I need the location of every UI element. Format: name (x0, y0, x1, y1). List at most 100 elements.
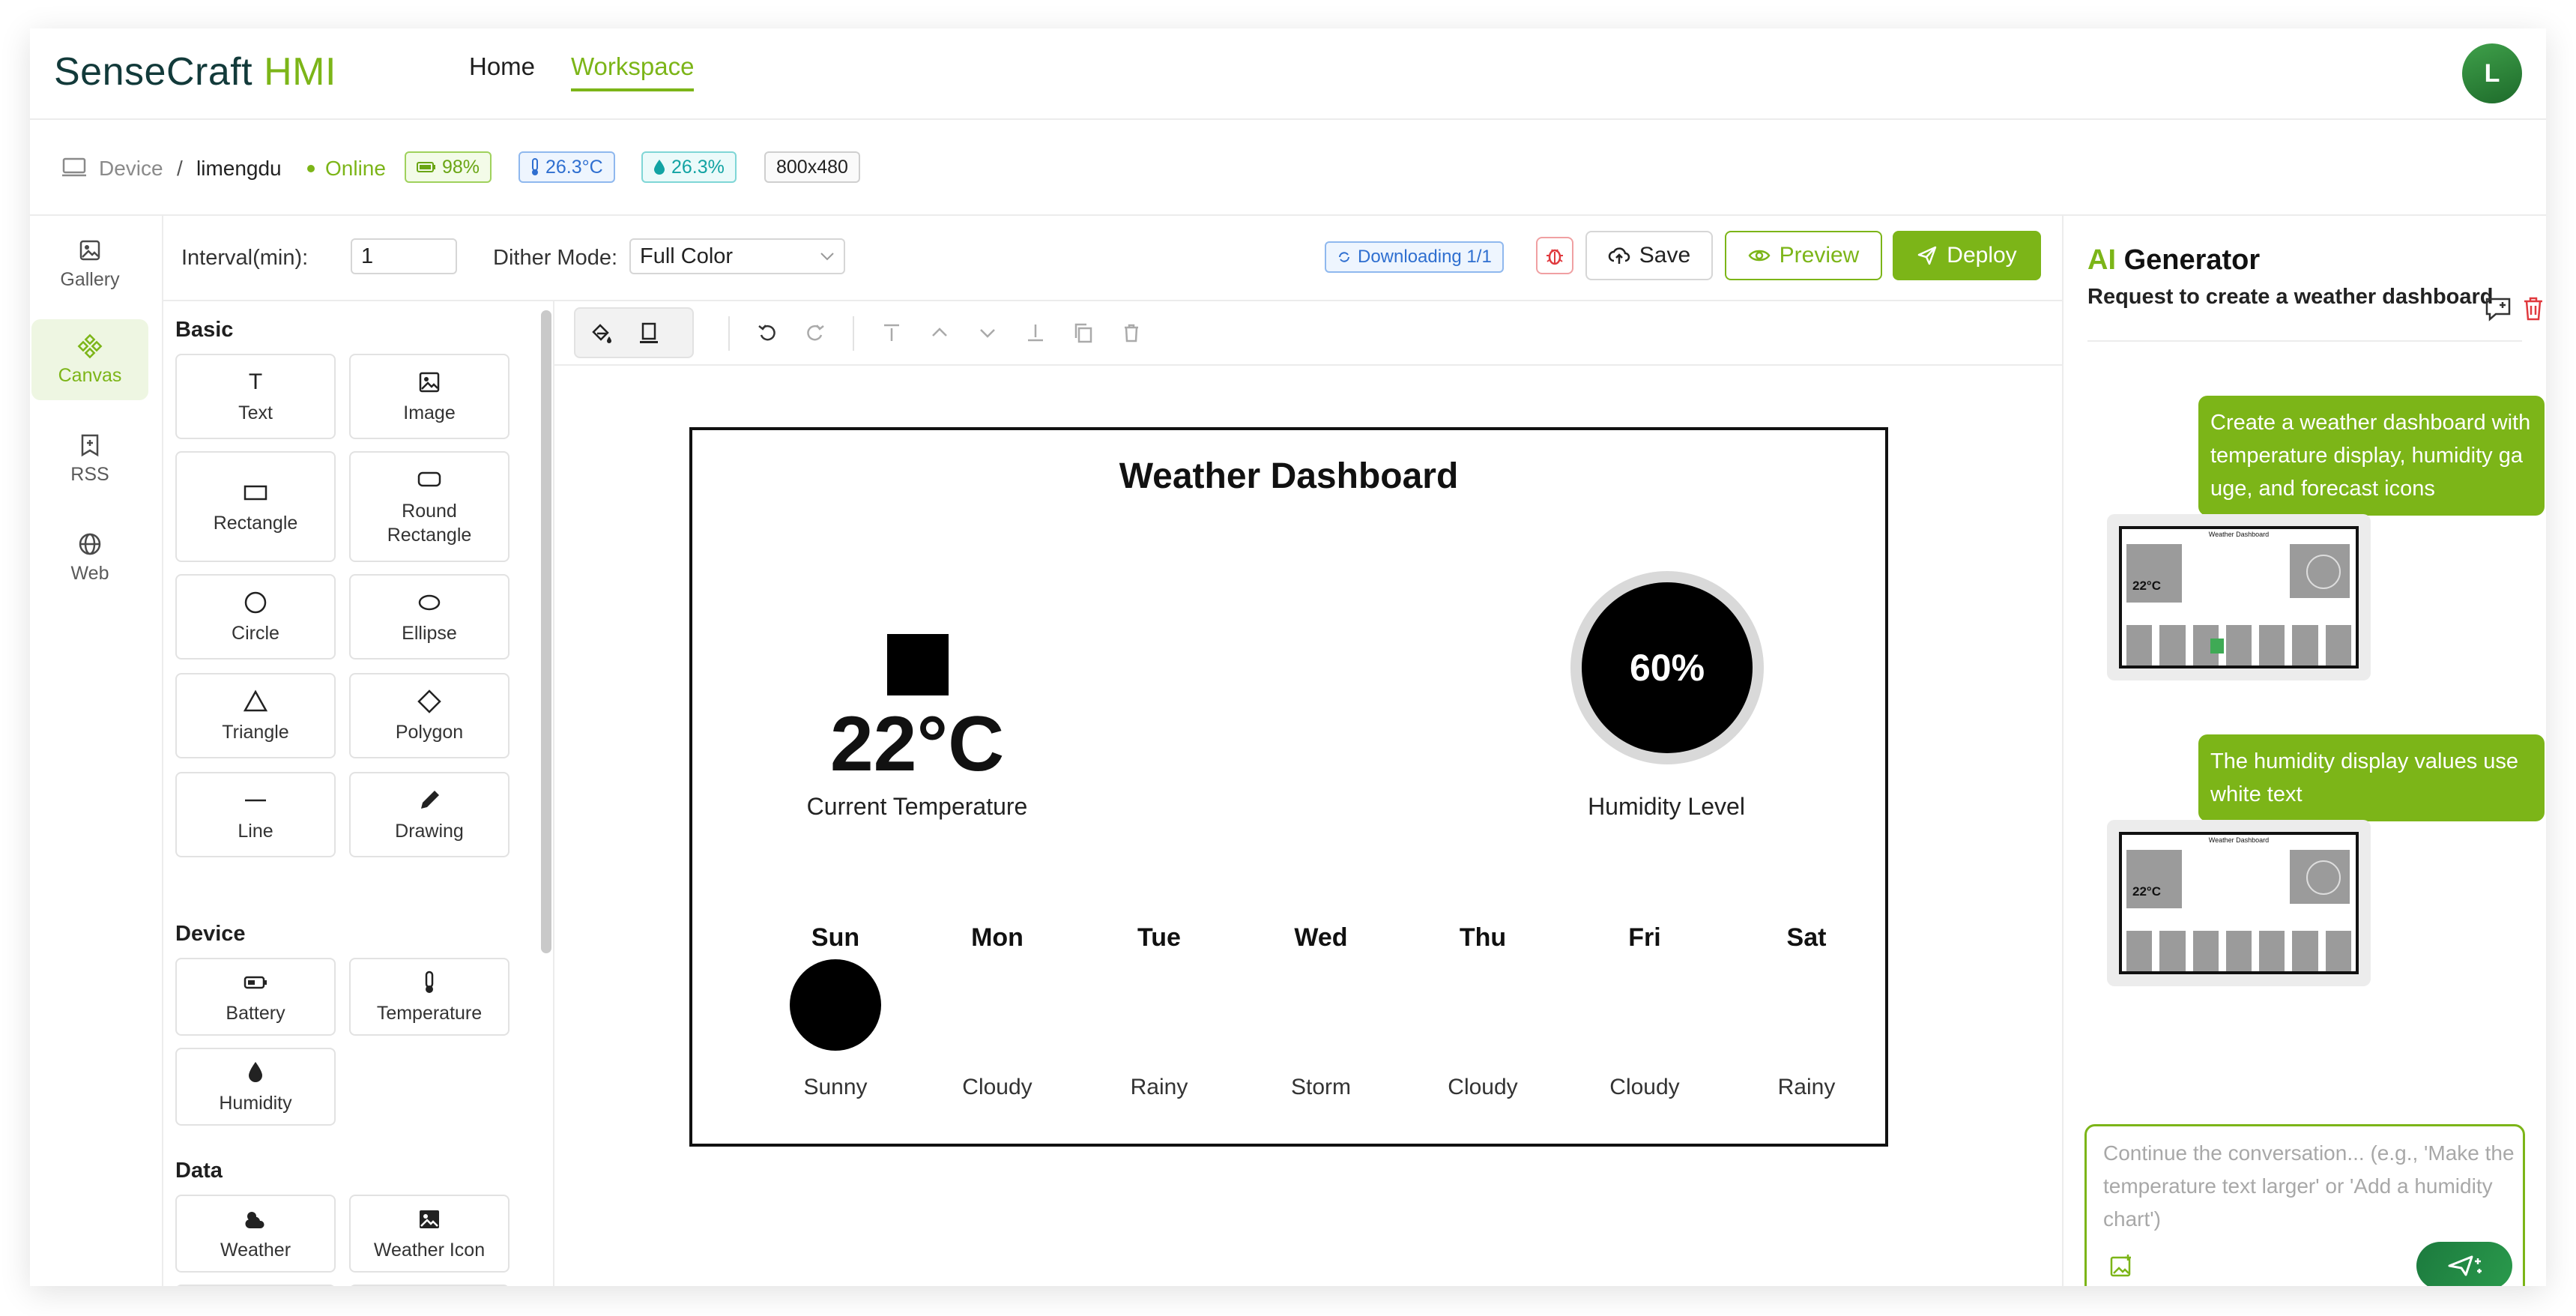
thumbnail-screen: Weather Dashboard 22°C (2119, 832, 2359, 974)
breadcrumb-device[interactable]: Device (99, 157, 163, 181)
forecast-condition[interactable]: Sunny (761, 1075, 910, 1100)
delete-button[interactable] (1115, 316, 1148, 349)
forecast-day[interactable]: Fri (1570, 923, 1720, 953)
battery-value: 98% (442, 156, 480, 178)
move-down-button[interactable] (971, 316, 1004, 349)
component-circle[interactable]: Circle (175, 574, 336, 659)
triangle-icon (243, 689, 268, 711)
humidity-gauge[interactable]: 60% (1570, 571, 1764, 764)
temperature-caption[interactable]: Current Temperature (767, 793, 1067, 821)
device-status-bar: Device / limengdu Online 98% 26.3°C 26.3… (30, 120, 2546, 216)
eye-icon (1748, 250, 1771, 262)
thumbnail-screen: Weather Dashboard 22°C (2119, 526, 2359, 668)
add-image-icon[interactable] (2109, 1254, 2133, 1278)
divider (2087, 340, 2522, 342)
section-data: Data (175, 1159, 223, 1183)
thumbnail-temp: 22°C (2132, 884, 2161, 899)
dashboard-title[interactable]: Weather Dashboard (692, 456, 1885, 497)
forecast-condition[interactable]: Rainy (1084, 1075, 1234, 1100)
component-round-rectangle[interactable]: Round Rectangle (349, 451, 510, 562)
component-panel: Basic T Text Image Rectangle Round Recta… (163, 301, 554, 1286)
generated-preview-thumbnail[interactable]: Weather Dashboard 22°C (2107, 820, 2371, 986)
forecast-day[interactable]: Sat (1732, 923, 1881, 953)
forecast-condition[interactable]: Storm (1246, 1075, 1396, 1100)
rail-item-rss[interactable]: RSS (31, 418, 148, 499)
component-label: Drawing (395, 820, 464, 842)
component-ellipse[interactable]: Ellipse (349, 574, 510, 659)
avatar[interactable]: L (2462, 43, 2522, 103)
rail-item-gallery[interactable]: Gallery (31, 223, 148, 304)
component-text[interactable]: T Text (175, 354, 336, 439)
thumbnail-forecast-cell (2126, 625, 2153, 665)
border-tool[interactable] (632, 316, 665, 349)
chat-message-user: Create a weather dashboard with temperat… (2198, 396, 2545, 516)
forecast-condition[interactable]: Rainy (1732, 1075, 1881, 1100)
fill-tool[interactable] (584, 316, 617, 349)
component-rectangle[interactable]: Rectangle (175, 451, 336, 562)
forecast-day[interactable]: Tue (1084, 923, 1234, 953)
sun-icon[interactable] (790, 959, 881, 1051)
forecast-condition[interactable]: Cloudy (922, 1075, 1072, 1100)
deploy-button[interactable]: Deploy (1893, 231, 2041, 280)
thumbnail-forecast-cell (2126, 931, 2153, 971)
humidity-badge: 26.3% (641, 151, 737, 183)
humidity-caption[interactable]: Humidity Level (1517, 793, 1816, 821)
temperature-value[interactable]: 22°C (805, 700, 1030, 789)
undo-button[interactable] (751, 316, 784, 349)
battery-icon (244, 976, 267, 988)
thumbnail-forecast-cell (2159, 625, 2186, 665)
trash-icon[interactable] (2522, 295, 2545, 321)
send-button[interactable] (2416, 1242, 2512, 1286)
component-triangle[interactable]: Triangle (175, 673, 336, 758)
downloading-label: Downloading 1/1 (1358, 247, 1492, 267)
rail-item-canvas[interactable]: Canvas (31, 319, 148, 400)
nav-workspace[interactable]: Workspace (571, 52, 695, 91)
component-battery[interactable]: Battery (175, 958, 336, 1036)
duplicate-button[interactable] (1067, 316, 1100, 349)
component-label: Ellipse (402, 622, 457, 644)
component-chart[interactable] (175, 1285, 336, 1286)
component-image[interactable]: Image (349, 354, 510, 439)
circle-icon (244, 591, 267, 613)
debug-button[interactable] (1536, 237, 1573, 274)
interval-label: Interval(min): (181, 246, 309, 270)
save-button[interactable]: Save (1585, 231, 1713, 280)
panel-scrollbar[interactable] (541, 310, 551, 953)
forecast-day[interactable]: Wed (1246, 923, 1396, 953)
generated-preview-thumbnail[interactable]: Weather Dashboard 22°C (2107, 514, 2371, 680)
component-weather[interactable]: Weather (175, 1195, 336, 1273)
forecast-condition[interactable]: Cloudy (1570, 1075, 1720, 1100)
rail-item-web[interactable]: Web (31, 517, 148, 598)
forecast-day[interactable]: Sun (761, 923, 910, 953)
app-logo[interactable]: SenseCraft HMI (54, 49, 336, 94)
temperature-icon[interactable] (887, 634, 949, 695)
send-to-back-button[interactable] (1019, 316, 1052, 349)
chat-input-box[interactable]: Continue the conversation... (e.g., 'Mak… (2084, 1124, 2525, 1286)
component-weather-icon[interactable]: Weather Icon (349, 1195, 510, 1273)
dither-select[interactable]: Full Color (629, 238, 845, 274)
left-rail: Gallery Canvas RSS Web (30, 216, 163, 1286)
thumbnail-forecast-cell (2325, 931, 2351, 971)
component-humidity[interactable]: Humidity (175, 1048, 336, 1126)
online-label: Online (325, 157, 386, 180)
preview-button[interactable]: Preview (1725, 231, 1882, 280)
forecast-condition[interactable]: Cloudy (1408, 1075, 1558, 1100)
component-calendar[interactable] (349, 1285, 510, 1286)
forecast-day[interactable]: Thu (1408, 923, 1558, 953)
monitor-icon (62, 157, 86, 177)
redo-button[interactable] (799, 316, 832, 349)
chat-input-placeholder[interactable]: Continue the conversation... (e.g., 'Mak… (2103, 1137, 2515, 1236)
component-drawing[interactable]: Drawing (349, 772, 510, 857)
component-line[interactable]: Line (175, 772, 336, 857)
component-temperature[interactable]: Temperature (349, 958, 510, 1036)
dashboard-canvas[interactable]: Weather Dashboard 22°C Current Temperatu… (689, 427, 1888, 1147)
nav-home[interactable]: Home (469, 52, 535, 81)
new-chat-icon[interactable] (2485, 297, 2512, 322)
forecast-day[interactable]: Mon (922, 923, 1072, 953)
bring-to-front-button[interactable] (875, 316, 908, 349)
weather-icon (245, 1211, 264, 1228)
move-up-button[interactable] (923, 316, 956, 349)
component-polygon[interactable]: Polygon (349, 673, 510, 758)
thumbnail-title: Weather Dashboard (2208, 531, 2270, 538)
interval-input[interactable]: 1 (351, 238, 457, 274)
